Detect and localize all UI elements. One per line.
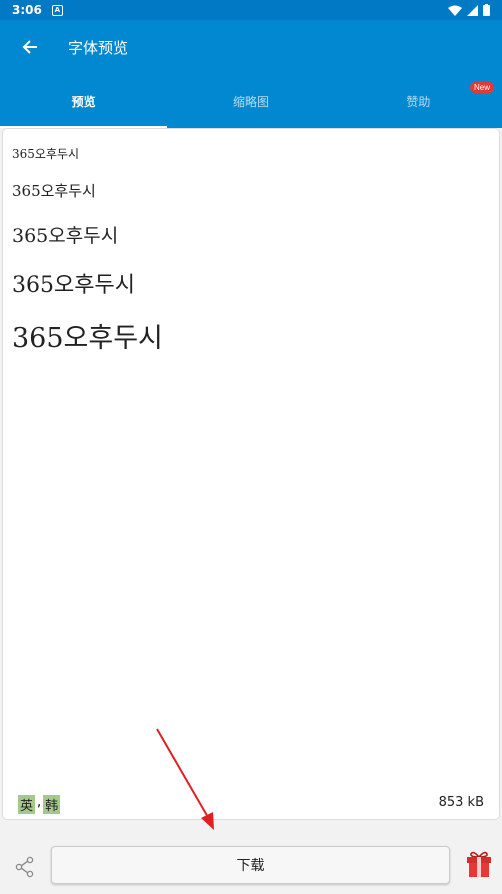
font-sample-size-2: 365오후두시 — [12, 182, 96, 200]
file-size: 853 kB — [438, 795, 484, 810]
share-button[interactable] — [0, 840, 50, 894]
language-tag-korean: 韩 — [43, 795, 61, 814]
font-sample-size-1: 365오후두시 — [12, 147, 80, 161]
notification-a-icon: A — [51, 4, 63, 16]
language-separator: , — [37, 795, 42, 810]
arrow-left-icon — [22, 40, 37, 54]
font-sample-size-4: 365오후두시 — [12, 273, 135, 298]
status-time: 3:06 — [12, 3, 42, 17]
battery-icon — [483, 4, 490, 16]
tab-bar: 预览 缩略图 赞助 New — [0, 74, 502, 128]
tab-thumbnail[interactable]: 缩略图 — [167, 74, 334, 128]
status-icons — [448, 4, 490, 16]
tab-thumbnail-label: 缩略图 — [232, 94, 269, 109]
download-button-label: 下载 — [236, 858, 265, 874]
language-tag-english: 英 — [18, 795, 36, 814]
gift-icon — [467, 851, 491, 877]
tab-preview[interactable]: 预览 — [0, 74, 168, 128]
signal-icon — [467, 4, 478, 16]
wifi-icon — [448, 5, 462, 16]
font-preview-card: 365오후두시 365오후두시 365오후두시 365오후두시 365오후두시 … — [2, 128, 500, 820]
language-tags: 英 , 韩 — [18, 795, 61, 814]
new-badge: New — [469, 82, 494, 93]
app-bar: 字体预览 — [0, 20, 502, 74]
download-button[interactable]: 下载 — [51, 846, 450, 884]
back-button[interactable] — [0, 20, 60, 74]
tab-sponsor-label: 赞助 — [406, 94, 431, 109]
font-sample-size-3: 365오후두시 — [12, 225, 119, 247]
share-icon — [15, 856, 34, 878]
tab-preview-label: 预览 — [71, 94, 96, 109]
bottom-bar: 下载 — [0, 840, 502, 894]
status-bar: 3:06 A — [0, 0, 502, 20]
tab-sponsor[interactable]: 赞助 New — [335, 74, 502, 128]
gift-button[interactable] — [466, 850, 492, 882]
font-sample-size-5: 365오후두시 — [12, 323, 163, 354]
page-title: 字体预览 — [68, 38, 129, 57]
